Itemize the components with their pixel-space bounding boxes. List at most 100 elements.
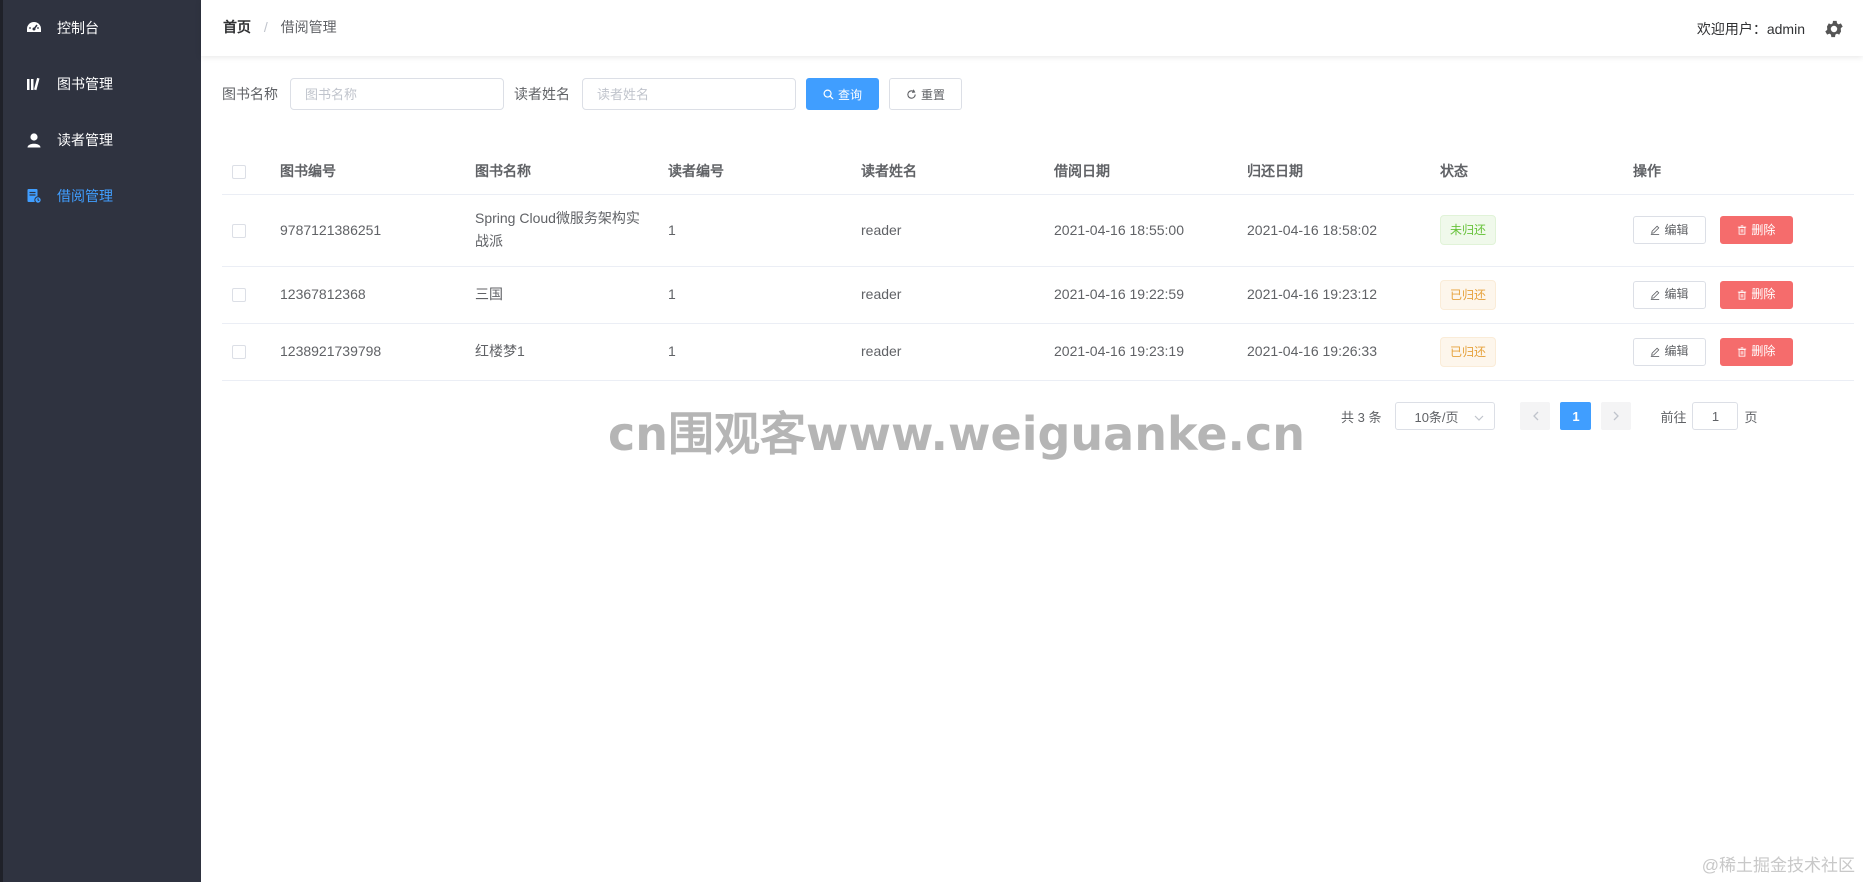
column-header: 图书名称 xyxy=(465,148,658,195)
return-date-cell: 2021-04-16 18:58:02 xyxy=(1237,194,1430,267)
sidebar-item-borrow[interactable]: 借阅管理 xyxy=(3,168,201,224)
reader-name-cell: reader xyxy=(851,266,1044,324)
page-unit-label: 页 xyxy=(1744,409,1758,425)
reader-name-input[interactable] xyxy=(582,78,796,110)
corner-watermark: @稀土掘金技术社区 xyxy=(1701,856,1855,875)
return-date-cell: 2021-04-16 19:23:12 xyxy=(1237,266,1430,324)
document-icon xyxy=(23,187,45,205)
column-header: 归还日期 xyxy=(1237,148,1430,195)
edit-icon xyxy=(1650,225,1660,235)
row-checkbox[interactable] xyxy=(232,345,246,360)
goto-page-input[interactable] xyxy=(1692,402,1739,430)
query-button[interactable]: 查询 xyxy=(806,78,879,110)
delete-button[interactable]: 删除 xyxy=(1719,280,1793,309)
breadcrumb-current: 借阅管理 xyxy=(280,19,337,35)
borrow-table: 图书编号 图书名称 读者编号 读者姓名 借阅日期 归还日期 状态 操作 9787… xyxy=(222,148,1854,381)
table-header-row: 图书编号 图书名称 读者编号 读者姓名 借阅日期 归还日期 状态 操作 xyxy=(222,148,1854,195)
status-badge: 未归还 xyxy=(1440,215,1497,245)
delete-button[interactable]: 删除 xyxy=(1719,216,1793,244)
trash-icon xyxy=(1737,225,1747,235)
book-name-cell: 红楼梦1 xyxy=(465,323,658,381)
book-name-cell: Spring Cloud微服务架构实战派 xyxy=(465,194,658,267)
borrow-date-cell: 2021-04-16 19:22:59 xyxy=(1044,266,1237,324)
book-name-input[interactable] xyxy=(290,78,504,110)
prev-page-button[interactable] xyxy=(1520,402,1551,430)
gear-icon[interactable] xyxy=(1823,18,1845,40)
status-badge: 已归还 xyxy=(1440,336,1497,367)
column-header: 操作 xyxy=(1623,148,1854,195)
status-cell: 已归还 xyxy=(1430,323,1623,381)
page-size-value: 10条/页 xyxy=(1414,409,1459,425)
reader-name-label: 读者姓名 xyxy=(514,86,570,102)
edit-button-label: 编辑 xyxy=(1664,222,1689,237)
select-all-checkbox[interactable] xyxy=(232,164,246,179)
actions-cell: 编辑 删除 xyxy=(1623,323,1854,381)
edit-button-label: 编辑 xyxy=(1664,344,1689,358)
column-header: 图书编号 xyxy=(270,148,465,195)
edit-button-label: 编辑 xyxy=(1664,287,1689,301)
row-checkbox[interactable] xyxy=(232,288,246,303)
book-name-cell: 三国 xyxy=(465,266,658,324)
return-date-cell: 2021-04-16 19:26:33 xyxy=(1237,323,1430,381)
reader-id-cell: 1 xyxy=(658,266,851,324)
row-checkbox[interactable] xyxy=(232,223,246,238)
next-page-button[interactable] xyxy=(1601,402,1632,430)
chevron-right-icon xyxy=(1613,411,1619,421)
query-button-label: 查询 xyxy=(837,87,862,102)
reset-button[interactable]: 重置 xyxy=(889,78,962,110)
chevron-left-icon xyxy=(1533,411,1539,421)
sidebar: 控制台 图书管理 读者管理 借阅管理 xyxy=(0,0,201,882)
edit-button[interactable]: 编辑 xyxy=(1633,280,1706,309)
status-cell: 已归还 xyxy=(1430,266,1623,324)
books-icon xyxy=(23,75,45,93)
page-number-current[interactable]: 1 xyxy=(1560,402,1592,430)
book-id-cell: 12367812368 xyxy=(270,266,465,324)
book-id-cell: 9787121386251 xyxy=(270,194,465,267)
delete-button-label: 删除 xyxy=(1751,222,1776,237)
table-row: 1238921739798 红楼梦1 1 reader 2021-04-16 1… xyxy=(222,323,1854,381)
delete-button[interactable]: 删除 xyxy=(1719,337,1793,366)
sidebar-item-books[interactable]: 图书管理 xyxy=(3,56,201,112)
reader-id-cell: 1 xyxy=(658,323,851,381)
pagination: 共 3 条 10条/页 1 前往 页 xyxy=(1341,402,1758,430)
user-area: 欢迎用户：admin xyxy=(1697,18,1845,40)
top-header: 首页 / 借阅管理 欢迎用户：admin xyxy=(201,0,1863,56)
chevron-down-icon xyxy=(1474,409,1484,424)
column-header: 状态 xyxy=(1430,148,1623,195)
welcome-text: 欢迎用户：admin xyxy=(1696,21,1805,37)
breadcrumb-home[interactable]: 首页 xyxy=(223,19,251,35)
search-bar: 图书名称 读者姓名 查询 重置 xyxy=(222,78,962,110)
trash-icon xyxy=(1737,289,1747,300)
refresh-icon xyxy=(906,88,917,100)
status-cell: 未归还 xyxy=(1430,194,1623,267)
book-name-label: 图书名称 xyxy=(222,86,278,102)
sidebar-item-readers[interactable]: 读者管理 xyxy=(3,112,201,168)
column-header: 借阅日期 xyxy=(1044,148,1237,195)
user-icon xyxy=(23,131,45,149)
breadcrumb: 首页 / 借阅管理 xyxy=(223,17,337,37)
page-jumper: 前往 页 xyxy=(1660,402,1758,430)
reset-button-label: 重置 xyxy=(920,87,945,102)
edit-button[interactable]: 编辑 xyxy=(1633,216,1706,244)
edit-icon xyxy=(1650,347,1660,357)
watermark: cn围观客www.weiguanke.cn xyxy=(608,407,1306,461)
sidebar-item-dashboard[interactable]: 控制台 xyxy=(3,0,201,56)
page-size-select[interactable]: 10条/页 xyxy=(1395,402,1496,430)
column-header: 读者姓名 xyxy=(851,148,1044,195)
goto-label: 前往 xyxy=(1660,409,1687,425)
breadcrumb-separator: / xyxy=(263,19,268,35)
edit-icon xyxy=(1650,290,1660,300)
trash-icon xyxy=(1737,346,1747,357)
status-badge: 已归还 xyxy=(1440,279,1497,310)
borrow-date-cell: 2021-04-16 19:23:19 xyxy=(1044,323,1237,381)
edit-button[interactable]: 编辑 xyxy=(1633,337,1706,366)
delete-button-label: 删除 xyxy=(1751,344,1776,358)
search-icon xyxy=(823,89,834,100)
table-row: 9787121386251 Spring Cloud微服务架构实战派 1 rea… xyxy=(222,194,1854,267)
delete-button-label: 删除 xyxy=(1751,287,1776,301)
book-id-cell: 1238921739798 xyxy=(270,323,465,381)
dashboard-icon xyxy=(23,19,45,37)
reader-name-cell: reader xyxy=(851,323,1044,381)
pagination-total: 共 3 条 xyxy=(1341,409,1382,425)
sidebar-item-label: 读者管理 xyxy=(57,132,113,148)
